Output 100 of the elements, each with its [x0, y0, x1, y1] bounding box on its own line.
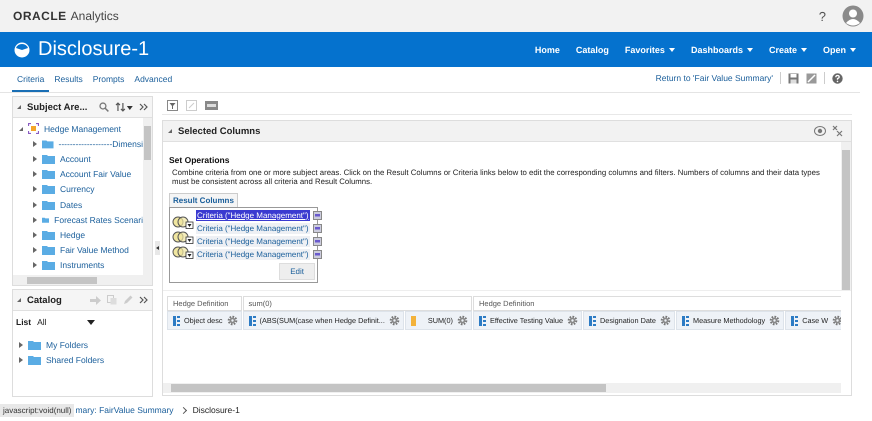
product-name: Analytics — [70, 9, 119, 23]
result-columns-tab[interactable]: Result Columns — [169, 192, 238, 207]
folder-icon — [42, 138, 54, 149]
gear-icon[interactable] — [388, 315, 400, 326]
nav-menu[interactable]: Dashboards — [690, 44, 753, 54]
folder-icon — [42, 260, 55, 270]
tree-item[interactable]: Hedge — [60, 230, 86, 240]
folder-icon — [42, 230, 55, 240]
expand-arrow-icon[interactable] — [33, 232, 37, 238]
help-button[interactable]: ? — [818, 8, 826, 24]
folder-icon — [28, 340, 41, 350]
scrollbar[interactable] — [143, 118, 152, 275]
panel-title: Catalog — [27, 294, 62, 306]
caret-icon — [746, 48, 753, 52]
tree-item[interactable]: Dates — [60, 200, 82, 210]
clear-icon[interactable] — [832, 125, 843, 137]
gear-icon[interactable] — [226, 315, 238, 326]
save-as-icon[interactable] — [806, 72, 817, 84]
tab[interactable]: Criteria — [12, 70, 50, 92]
variable-icon[interactable] — [205, 100, 218, 110]
tab[interactable]: Prompts — [88, 70, 130, 92]
attribute-icon — [478, 316, 486, 326]
tree-item[interactable]: Fair Value Method — [60, 245, 129, 256]
avatar-icon[interactable] — [842, 5, 864, 27]
criteria-link[interactable]: Criteria ("Hedge Management") — [196, 236, 310, 247]
eye-icon[interactable] — [814, 126, 826, 136]
tree-item[interactable]: Instruments — [60, 260, 104, 270]
tree-item[interactable]: My Folders — [46, 340, 88, 350]
edit-button[interactable]: Edit — [279, 262, 315, 280]
help-icon[interactable] — [832, 72, 843, 84]
tree-item[interactable]: -------------------Dimensi — [58, 138, 143, 149]
expand-arrow-icon[interactable] — [33, 171, 37, 178]
return-link[interactable]: Return to 'Fair Value Summary' — [656, 73, 773, 83]
attribute-icon — [682, 316, 689, 326]
expand-arrow-icon[interactable] — [33, 156, 37, 162]
page-title: Disclosure-1 — [38, 38, 150, 61]
folder-icon — [28, 354, 41, 365]
nav-menu[interactable]: Favorites — [624, 44, 675, 54]
expand-arrow-icon[interactable] — [33, 186, 37, 192]
tree-item[interactable]: Hedge Management — [44, 124, 122, 134]
subject-area-icon — [28, 123, 39, 134]
expand-arrow-icon[interactable] — [19, 342, 23, 348]
criteria-link[interactable]: Criteria ("Hedge Management") — [196, 210, 310, 221]
nav-menu[interactable]: Catalog — [576, 44, 609, 54]
attribute-icon — [791, 316, 798, 326]
folder-icon — [42, 184, 55, 194]
caret-icon[interactable] — [87, 320, 96, 324]
gear-icon[interactable] — [660, 315, 671, 326]
folder-icon — [42, 154, 55, 164]
save-icon[interactable] — [788, 72, 799, 84]
collapse-icon[interactable] — [17, 298, 21, 302]
collapse-handle[interactable] — [155, 240, 160, 254]
folder-icon — [42, 245, 55, 256]
tree-item[interactable]: Currency — [60, 184, 94, 194]
expand-arrow-icon[interactable] — [19, 356, 23, 363]
expand-arrow-icon[interactable] — [33, 262, 37, 268]
nav-menu[interactable]: Open — [822, 44, 856, 54]
expand-icon[interactable] — [139, 103, 148, 111]
venn-icon[interactable] — [172, 246, 194, 259]
tree-item[interactable]: Shared Folders — [46, 354, 104, 365]
expand-icon[interactable] — [139, 296, 148, 304]
gear-icon[interactable] — [456, 315, 468, 326]
scrollbar[interactable] — [841, 142, 851, 290]
collapse-icon[interactable] — [168, 129, 172, 133]
tab[interactable]: Advanced — [129, 70, 178, 92]
nav-menu[interactable]: Create — [768, 44, 807, 54]
expand-arrow-icon[interactable] — [33, 140, 37, 147]
gear-icon[interactable] — [832, 315, 841, 326]
tree-item[interactable]: Account — [60, 154, 91, 164]
expand-arrow-icon[interactable] — [33, 202, 37, 208]
list-label: List — [16, 317, 32, 327]
gear-icon[interactable] — [769, 315, 780, 326]
expand-arrow-icon[interactable] — [33, 216, 37, 223]
breadcrumb-link[interactable]: mary: FairValue Summary — [75, 405, 174, 415]
scrollbar[interactable] — [163, 383, 841, 393]
expand-arrow-icon[interactable] — [33, 247, 37, 254]
expand-arrow-icon[interactable] — [19, 126, 23, 131]
caret-icon — [800, 48, 807, 52]
caret-icon — [668, 48, 675, 52]
sort-icon[interactable] — [115, 102, 133, 112]
gear-icon[interactable] — [567, 315, 578, 326]
attribute-icon — [589, 316, 596, 326]
venn-icon[interactable] — [172, 230, 194, 244]
search-icon[interactable] — [99, 102, 110, 112]
folder-icon — [42, 200, 55, 210]
attribute-icon — [248, 316, 256, 326]
filter-icon[interactable] — [167, 100, 178, 110]
scrollbar[interactable] — [13, 275, 152, 285]
panel-title: Subject Are... — [27, 102, 88, 112]
tree-item[interactable]: Account Fair Value — [60, 169, 132, 180]
criteria-link[interactable]: Criteria ("Hedge Management") — [196, 222, 310, 234]
nav-menu[interactable]: Home — [534, 44, 560, 54]
tab[interactable]: Results — [49, 70, 88, 92]
analysis-icon — [14, 42, 30, 58]
attribute-icon — [173, 316, 180, 326]
caret-icon — [850, 48, 856, 52]
tree-item[interactable]: Forecast Rates Scenari — [54, 214, 143, 225]
collapse-icon[interactable] — [17, 105, 21, 109]
venn-icon[interactable] — [172, 216, 194, 229]
criteria-link[interactable]: Criteria ("Hedge Management") — [196, 248, 310, 260]
